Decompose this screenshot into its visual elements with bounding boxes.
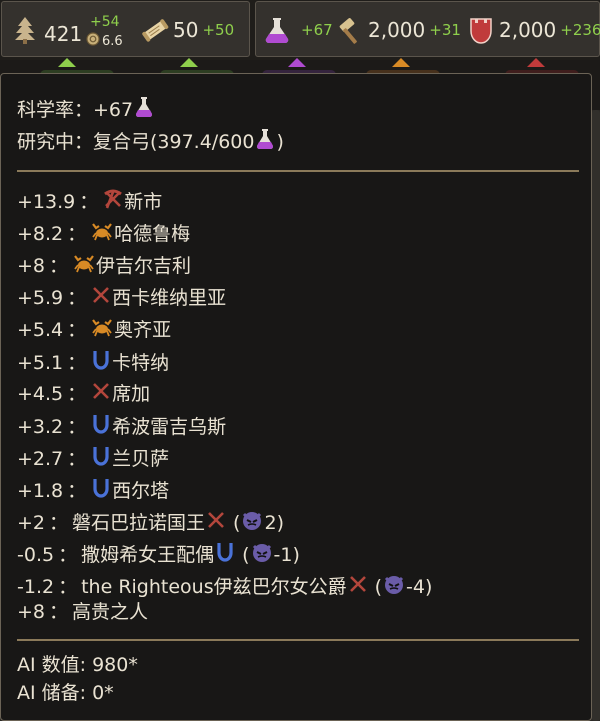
- contribution-row: +8： 伊吉尔吉利: [17, 253, 192, 278]
- influence-delta: +31: [429, 21, 461, 39]
- wood-sub-value: 6.6: [102, 33, 123, 49]
- influence-value: 2,000: [368, 18, 426, 42]
- shield-icon: [469, 17, 493, 49]
- pickaxe-icon: [91, 381, 111, 406]
- demon-face-icon: [383, 573, 405, 600]
- tab-indicator-green: [58, 58, 76, 67]
- contribution-row: +8.2： 哈德鲁梅: [17, 221, 191, 246]
- divider-bottom: [17, 639, 579, 641]
- contribution-row: +2.7： 兰贝萨: [17, 445, 169, 472]
- ai-reserve-line: AI 储备: 0*: [17, 682, 114, 704]
- science-rate-label: 科学率：+67: [17, 98, 134, 121]
- hammer-icon: [336, 15, 366, 49]
- horseshoe-icon: [215, 541, 235, 568]
- flask-icon: [263, 16, 291, 48]
- ai-value-line: AI 数值: 980*: [17, 654, 138, 676]
- science-resource[interactable]: +67: [297, 2, 333, 58]
- background-panel: [592, 110, 600, 721]
- researching-suffix: ): [276, 130, 284, 153]
- resource-bar: 421 +54 6.6 50 +50 +67 2,000 +31 2,000 +…: [0, 0, 600, 60]
- pickaxe-icon: [348, 574, 368, 599]
- tab-indicator-orange: [392, 58, 410, 67]
- character-row: +2： 磐石巴拉诺国王 ( 2 ): [17, 509, 284, 536]
- tab-indicator-green-2: [180, 58, 198, 67]
- wood-value: 421: [44, 22, 83, 46]
- military-value: 2,000: [499, 18, 557, 42]
- flask-icon: [134, 96, 154, 123]
- contribution-row: +5.9： 西卡维纳里亚: [17, 285, 227, 310]
- crab-icon: [73, 253, 95, 278]
- demon-face-icon: [251, 541, 273, 568]
- influence-resource[interactable]: 2,000 +31: [368, 2, 461, 58]
- character-row: -0.5： 撒姆希女王配偶 ( -1 ): [17, 541, 300, 568]
- crab-icon: [91, 221, 113, 246]
- flask-icon: [255, 128, 275, 155]
- tab-indicator-red: [527, 58, 545, 67]
- contribution-row: +5.4： 奥齐亚: [17, 317, 172, 342]
- horseshoe-icon: [91, 477, 111, 504]
- contribution-row: +5.1： 卡特纳: [17, 349, 169, 376]
- horseshoe-icon: [91, 413, 111, 440]
- resource-panel-left: 421 +54 6.6 50 +50: [1, 1, 250, 57]
- contribution-row: +1.8： 西尔塔: [17, 477, 169, 504]
- science-rate-line: 科学率：+67: [17, 96, 155, 123]
- scroll-delta: +50: [202, 21, 235, 39]
- wood-delta: +54: [90, 14, 120, 30]
- contribution-row: +4.5： 席加: [17, 381, 151, 406]
- horseshoe-icon: [91, 445, 111, 472]
- crab-icon: [91, 317, 113, 342]
- horseshoe-icon: [91, 349, 111, 376]
- wood-sub: 6.6: [86, 32, 123, 50]
- divider-top: [17, 170, 579, 172]
- character-row: -1.2： the Righteous伊兹巴尔女公爵 ( -4 ): [17, 573, 432, 600]
- wood-resource[interactable]: 421 +54 6.6: [44, 14, 134, 50]
- scroll-value: 50: [173, 18, 199, 42]
- noble-row: +8： 高贵之人: [17, 601, 149, 623]
- researching-line: 研究中：复合弓(397.4/600 ): [17, 128, 284, 155]
- tree-icon: [14, 16, 36, 48]
- resource-panel-right: +67 2,000 +31 2,000 +236: [255, 1, 600, 57]
- demon-face-icon: [241, 509, 263, 536]
- military-resource[interactable]: 2,000 +236: [499, 2, 600, 58]
- researching-label: 研究中：复合弓(397.4/600: [17, 130, 255, 153]
- contribution-row: +13.9： 新市: [17, 189, 163, 214]
- contribution-row: +3.2： 希波雷吉乌斯: [17, 413, 226, 440]
- pickaxe-icon: [206, 510, 226, 535]
- pickaxe-icon: [91, 285, 111, 310]
- pickaxe-icon: [103, 189, 123, 214]
- scroll-icon: [141, 18, 169, 46]
- military-delta: +236: [560, 21, 600, 39]
- coin-icon: [86, 32, 100, 50]
- tab-indicator-purple: [288, 58, 306, 67]
- scroll-resource[interactable]: 50 +50: [173, 2, 234, 58]
- science-delta: +67: [301, 21, 333, 39]
